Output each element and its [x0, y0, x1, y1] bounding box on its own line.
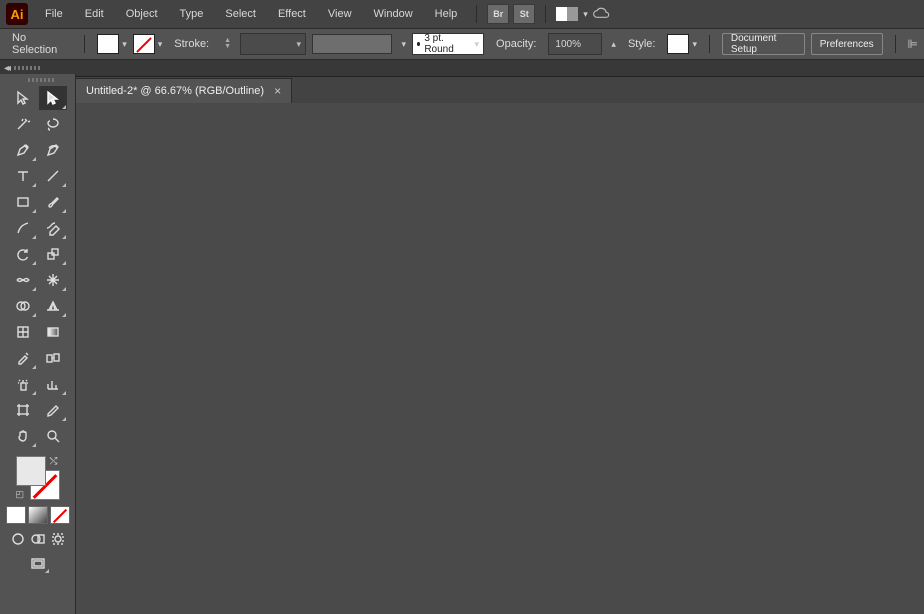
- draw-inside-icon[interactable]: [49, 530, 67, 548]
- menu-file[interactable]: File: [36, 4, 72, 24]
- chevron-down-icon: ▾: [122, 39, 127, 50]
- fill-swatch[interactable]: ▾: [97, 34, 127, 54]
- eyedropper-tool[interactable]: [9, 346, 37, 370]
- type-tool[interactable]: [9, 164, 37, 188]
- control-bar: No Selection ▾ ▾ Stroke: ▲▼ ▾ ▾ 3 pt. Ro…: [0, 28, 924, 60]
- swap-fill-stroke-icon[interactable]: ⤭: [50, 456, 58, 467]
- separator: [895, 35, 896, 53]
- eraser-tool[interactable]: [39, 216, 67, 240]
- app-logo: Ai: [6, 3, 28, 25]
- style-label: Style:: [622, 35, 662, 53]
- menu-object[interactable]: Object: [117, 4, 167, 24]
- zoom-tool[interactable]: [39, 424, 67, 448]
- opacity-value: 100%: [555, 39, 581, 50]
- draw-behind-icon[interactable]: [29, 530, 47, 548]
- slice-tool[interactable]: [39, 398, 67, 422]
- bridge-button[interactable]: Br: [487, 4, 509, 24]
- chevron-down-icon: ▾: [475, 39, 480, 50]
- draw-mode-row: [9, 530, 67, 548]
- blend-tool[interactable]: [39, 346, 67, 370]
- direct-selection-tool[interactable]: [39, 86, 67, 110]
- screen-mode-row: [26, 554, 50, 574]
- opacity-field[interactable]: 100%: [548, 33, 602, 55]
- color-mode-solid[interactable]: [6, 506, 26, 524]
- selection-status: No Selection: [6, 29, 72, 59]
- symbol-sprayer-tool[interactable]: [9, 372, 37, 396]
- column-graph-tool[interactable]: [39, 372, 67, 396]
- chevron-down-icon: ▾: [692, 39, 697, 50]
- rectangle-tool[interactable]: [9, 190, 37, 214]
- color-mode-row: [6, 506, 70, 524]
- shaper-tool[interactable]: [9, 216, 37, 240]
- workspace-switcher[interactable]: ▾: [556, 7, 588, 21]
- preferences-button[interactable]: Preferences: [811, 33, 883, 55]
- scale-tool[interactable]: [39, 242, 67, 266]
- variable-width-profile[interactable]: [312, 34, 392, 54]
- color-mode-gradient[interactable]: [28, 506, 48, 524]
- opacity-label: Opacity:: [490, 35, 542, 53]
- pen-tool[interactable]: [9, 138, 37, 162]
- fill-stroke-indicator[interactable]: ⤭ ◰: [16, 456, 60, 500]
- stroke-weight-dropdown[interactable]: ▾: [240, 33, 306, 55]
- stroke-weight-stepper[interactable]: ▲▼: [221, 38, 234, 50]
- line-segment-tool[interactable]: [39, 164, 67, 188]
- grip-icon[interactable]: [28, 78, 54, 82]
- default-fill-stroke-icon[interactable]: ◰: [16, 489, 25, 500]
- stock-button[interactable]: St: [513, 4, 535, 24]
- collapse-chevrons-icon: ◂◂: [4, 63, 8, 74]
- mesh-tool[interactable]: [9, 320, 37, 344]
- brush-dot-icon: [417, 42, 420, 46]
- curvature-tool[interactable]: [39, 138, 67, 162]
- magic-wand-tool[interactable]: [9, 112, 37, 136]
- hand-tool[interactable]: [9, 424, 37, 448]
- draw-normal-icon[interactable]: [9, 530, 27, 548]
- sync-settings-icon[interactable]: [592, 6, 612, 22]
- brush-definition[interactable]: 3 pt. Round ▾: [412, 33, 484, 55]
- menu-bar: Ai File Edit Object Type Select Effect V…: [0, 0, 924, 28]
- artboard-tool[interactable]: [9, 398, 37, 422]
- gradient-tool[interactable]: [39, 320, 67, 344]
- chevron-down-icon: ▾: [401, 39, 406, 50]
- panel-collapse-strip[interactable]: ◂◂: [0, 60, 924, 77]
- shape-builder-tool[interactable]: [9, 294, 37, 318]
- perspective-grid-tool[interactable]: [39, 294, 67, 318]
- screen-mode-icon[interactable]: [26, 554, 50, 574]
- separator: [545, 5, 546, 23]
- menu-help[interactable]: Help: [426, 4, 467, 24]
- fill-color-box[interactable]: [16, 456, 46, 486]
- free-transform-tool[interactable]: [39, 268, 67, 292]
- chevron-down-icon: ▾: [158, 39, 163, 50]
- separator: [476, 5, 477, 23]
- lasso-tool[interactable]: [39, 112, 67, 136]
- document-setup-button[interactable]: Document Setup: [722, 33, 805, 55]
- stroke-label: Stroke:: [168, 35, 215, 53]
- menu-effect[interactable]: Effect: [269, 4, 315, 24]
- document-tab-row: Untitled-2* @ 66.67% (RGB/Outline) ×: [75, 77, 924, 103]
- selection-tool[interactable]: [9, 86, 37, 110]
- separator: [709, 35, 710, 53]
- stroke-swatch[interactable]: ▾: [133, 34, 163, 54]
- tools-panel: ⤭ ◰: [0, 74, 76, 614]
- document-tab[interactable]: Untitled-2* @ 66.67% (RGB/Outline) ×: [75, 78, 292, 103]
- chevron-down-icon: ▾: [583, 9, 588, 20]
- document-title: Untitled-2* @ 66.67% (RGB/Outline): [86, 85, 264, 97]
- paintbrush-tool[interactable]: [39, 190, 67, 214]
- menu-type[interactable]: Type: [171, 4, 213, 24]
- menu-edit[interactable]: Edit: [76, 4, 113, 24]
- menu-window[interactable]: Window: [365, 4, 422, 24]
- chevron-right-icon[interactable]: ▸: [608, 42, 619, 47]
- align-icon[interactable]: ⊫: [908, 37, 918, 51]
- brush-name: 3 pt. Round: [424, 33, 467, 55]
- menu-view[interactable]: View: [319, 4, 361, 24]
- rotate-tool[interactable]: [9, 242, 37, 266]
- graphic-style-swatch[interactable]: ▾: [667, 34, 697, 54]
- width-tool[interactable]: [9, 268, 37, 292]
- color-mode-none[interactable]: [50, 506, 70, 524]
- separator: [84, 35, 85, 53]
- menu-select[interactable]: Select: [216, 4, 265, 24]
- grip-icon: [14, 66, 40, 70]
- close-tab-icon[interactable]: ×: [274, 84, 281, 98]
